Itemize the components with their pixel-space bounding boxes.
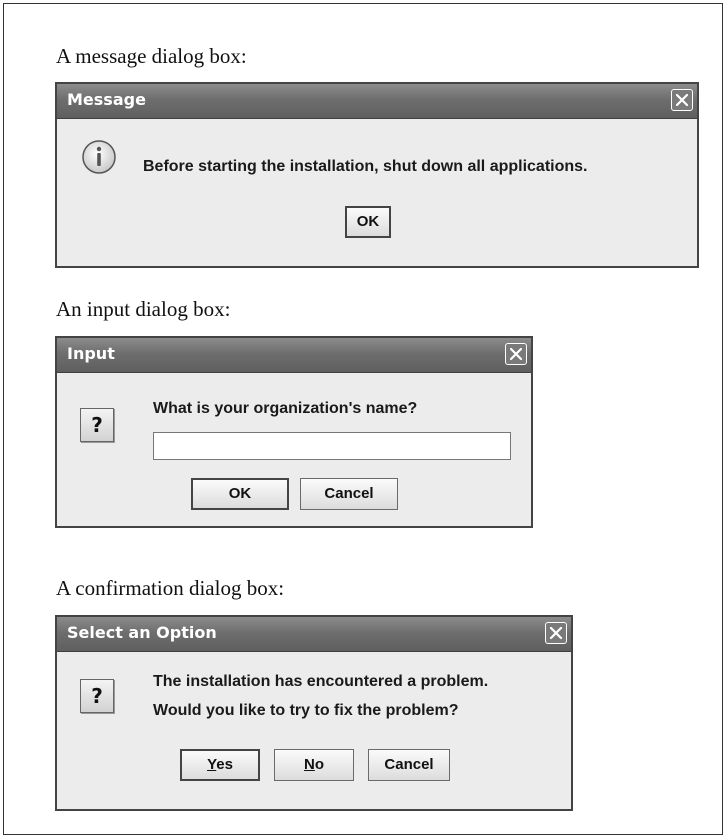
organization-name-input[interactable] bbox=[153, 432, 511, 460]
no-mnemonic: N bbox=[303, 756, 315, 773]
information-icon bbox=[81, 139, 117, 175]
cancel-button[interactable]: Cancel bbox=[300, 478, 398, 510]
no-button[interactable]: No bbox=[274, 749, 354, 781]
confirm-titlebar[interactable]: Select an Option bbox=[57, 617, 571, 652]
input-caption: An input dialog box: bbox=[56, 297, 231, 321]
yes-label-rest: es bbox=[216, 756, 233, 773]
figure-frame: A message dialog box: Message Before sta… bbox=[3, 3, 723, 835]
ok-button[interactable]: OK bbox=[345, 206, 391, 238]
input-dialog: Input ? What is your organization's name… bbox=[55, 336, 533, 528]
message-titlebar[interactable]: Message bbox=[57, 84, 697, 119]
no-label-rest: o bbox=[314, 756, 324, 773]
close-icon[interactable] bbox=[505, 343, 527, 365]
close-icon[interactable] bbox=[671, 89, 693, 111]
message-text: Before starting the installation, shut d… bbox=[143, 158, 588, 175]
question-icon: ? bbox=[80, 679, 114, 713]
yes-mnemonic: Y bbox=[207, 756, 217, 773]
yes-button[interactable]: Yes bbox=[180, 749, 260, 781]
ok-button[interactable]: OK bbox=[191, 478, 289, 510]
input-prompt: What is your organization's name? bbox=[153, 400, 418, 417]
question-icon: ? bbox=[80, 408, 114, 442]
confirm-dialog: Select an Option ? The installation has … bbox=[55, 615, 573, 811]
confirm-title: Select an Option bbox=[67, 623, 217, 642]
confirm-caption: A confirmation dialog box: bbox=[56, 576, 285, 600]
message-title: Message bbox=[67, 90, 146, 109]
cancel-button[interactable]: Cancel bbox=[368, 749, 450, 781]
close-icon[interactable] bbox=[545, 622, 567, 644]
input-titlebar[interactable]: Input bbox=[57, 338, 531, 373]
confirm-line-1: The installation has encountered a probl… bbox=[153, 673, 489, 690]
message-dialog: Message Before starting the installation… bbox=[55, 82, 699, 268]
confirm-line-2: Would you like to try to fix the problem… bbox=[153, 702, 459, 719]
message-caption: A message dialog box: bbox=[56, 44, 247, 68]
input-title: Input bbox=[67, 344, 115, 363]
